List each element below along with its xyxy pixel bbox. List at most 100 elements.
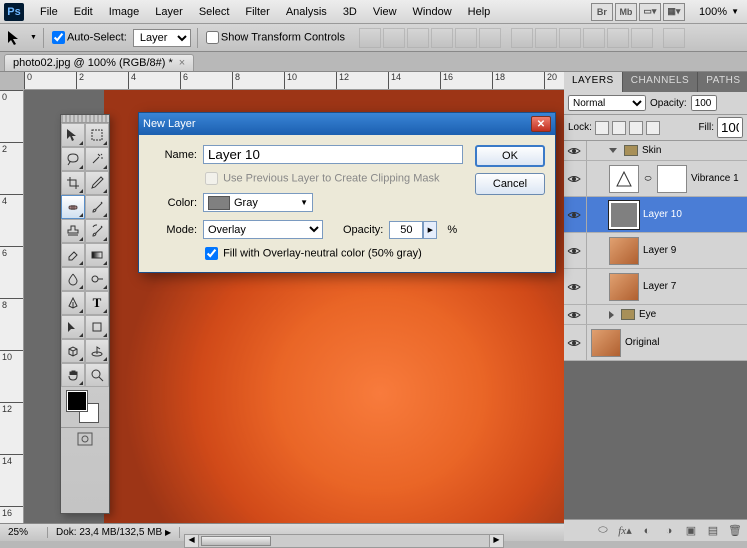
menu-layer[interactable]: Layer — [147, 0, 191, 24]
menu-edit[interactable]: Edit — [66, 0, 101, 24]
visibility-icon[interactable] — [566, 335, 582, 351]
zoom-level[interactable]: 100% — [699, 6, 727, 18]
menu-help[interactable]: Help — [460, 0, 499, 24]
type-tool[interactable]: T — [85, 291, 109, 315]
auto-select-combo[interactable]: Layer — [133, 29, 191, 47]
wand-tool[interactable] — [85, 147, 109, 171]
distribute-3-icon[interactable] — [559, 28, 581, 48]
bridge-button[interactable]: Br — [591, 3, 613, 21]
healing-brush-tool[interactable] — [61, 195, 85, 219]
layer-mask-icon[interactable]: ◐ — [639, 524, 655, 538]
lock-position-icon[interactable] — [629, 121, 643, 135]
distribute-1-icon[interactable] — [511, 28, 533, 48]
minibridge-button[interactable]: Mb — [615, 3, 637, 21]
gradient-tool[interactable] — [85, 243, 109, 267]
menu-analysis[interactable]: Analysis — [278, 0, 335, 24]
menu-filter[interactable]: Filter — [237, 0, 277, 24]
disclosure-triangle-icon[interactable] — [609, 148, 617, 153]
toolbox-grip[interactable] — [61, 115, 109, 123]
dialog-titlebar[interactable]: New Layer ✕ — [139, 113, 555, 135]
lock-pixels-icon[interactable] — [612, 121, 626, 135]
foreground-color[interactable] — [67, 391, 87, 411]
group-icon[interactable]: ▣ — [683, 524, 699, 538]
pen-tool[interactable] — [61, 291, 85, 315]
3d-camera-tool[interactable] — [85, 339, 109, 363]
align-bottom-icon[interactable] — [407, 28, 429, 48]
mode-select[interactable]: Overlay — [203, 220, 323, 239]
layer-row[interactable]: Original — [564, 325, 747, 361]
visibility-icon[interactable] — [566, 307, 582, 323]
quick-mask-button[interactable] — [61, 427, 109, 449]
lock-all-icon[interactable] — [646, 121, 660, 135]
ok-button[interactable]: OK — [475, 145, 545, 167]
layer-row[interactable]: Layer 7 — [564, 269, 747, 305]
layer-row[interactable]: Layer 10 — [564, 197, 747, 233]
adjustment-layer-icon[interactable]: ◑ — [661, 524, 677, 538]
layer-row[interactable]: Layer 9 — [564, 233, 747, 269]
layer-fx-icon[interactable]: fx▴ — [617, 524, 633, 538]
status-docsize[interactable]: Dok: 23,4 MB/132,5 MB ▶ — [48, 527, 180, 538]
shape-tool[interactable] — [85, 315, 109, 339]
menu-3d[interactable]: 3D — [335, 0, 365, 24]
hand-tool[interactable] — [61, 363, 85, 387]
status-zoom[interactable]: 25% — [0, 527, 48, 538]
eraser-tool[interactable] — [61, 243, 85, 267]
distribute-5-icon[interactable] — [607, 28, 629, 48]
color-swatches[interactable] — [61, 387, 109, 427]
visibility-icon[interactable] — [566, 279, 582, 295]
layer-row[interactable]: Eye — [564, 305, 747, 325]
brush-tool[interactable] — [85, 195, 109, 219]
menu-window[interactable]: Window — [405, 0, 460, 24]
align-vcenter-icon[interactable] — [383, 28, 405, 48]
menu-image[interactable]: Image — [101, 0, 148, 24]
menu-select[interactable]: Select — [191, 0, 238, 24]
visibility-icon[interactable] — [566, 207, 582, 223]
align-left-icon[interactable] — [431, 28, 453, 48]
path-select-tool[interactable] — [61, 315, 85, 339]
opacity-flyout-icon[interactable]: ▶ — [423, 221, 437, 239]
crop-tool[interactable] — [61, 171, 85, 195]
eyedropper-tool[interactable] — [85, 171, 109, 195]
menu-file[interactable]: File — [32, 0, 66, 24]
cancel-button[interactable]: Cancel — [475, 173, 545, 195]
close-button[interactable]: ✕ — [531, 116, 551, 132]
visibility-icon[interactable] — [566, 243, 582, 259]
new-layer-icon[interactable]: ▤ — [705, 524, 721, 538]
arrange-button[interactable]: ▦▾ — [663, 3, 685, 21]
tab-paths[interactable]: PATHS — [698, 72, 747, 92]
zoom-tool[interactable] — [85, 363, 109, 387]
auto-select-checkbox[interactable]: Auto-Select: — [50, 31, 127, 44]
align-hcenter-icon[interactable] — [455, 28, 477, 48]
distribute-2-icon[interactable] — [535, 28, 557, 48]
close-tab-icon[interactable]: × — [179, 57, 185, 69]
opacity-input[interactable] — [389, 221, 423, 239]
layer-row[interactable]: ⬭Vibrance 1 — [564, 161, 747, 197]
mask-link-icon[interactable]: ⬭ — [643, 174, 653, 184]
tab-layers[interactable]: LAYERS — [564, 72, 623, 92]
disclosure-triangle-icon[interactable] — [609, 311, 614, 319]
align-top-icon[interactable] — [359, 28, 381, 48]
distribute-4-icon[interactable] — [583, 28, 605, 48]
menu-view[interactable]: View — [365, 0, 405, 24]
visibility-icon[interactable] — [566, 171, 582, 187]
opacity-input[interactable] — [691, 95, 717, 111]
lasso-tool[interactable] — [61, 147, 85, 171]
3d-tool[interactable] — [61, 339, 85, 363]
name-input[interactable] — [203, 145, 463, 164]
clipping-mask-checkbox[interactable]: Use Previous Layer to Create Clipping Ma… — [203, 172, 440, 185]
tab-channels[interactable]: CHANNELS — [623, 72, 698, 92]
screen-mode-button[interactable]: ▭▾ — [639, 3, 661, 21]
distribute-6-icon[interactable] — [631, 28, 653, 48]
move-tool[interactable] — [61, 123, 85, 147]
color-select[interactable]: Gray ▼ — [203, 193, 313, 212]
blur-tool[interactable] — [61, 267, 85, 291]
show-transform-checkbox[interactable]: Show Transform Controls — [204, 31, 345, 44]
history-brush-tool[interactable] — [85, 219, 109, 243]
dodge-tool[interactable] — [85, 267, 109, 291]
align-right-icon[interactable] — [479, 28, 501, 48]
layer-row[interactable]: Skin — [564, 141, 747, 161]
delete-layer-icon[interactable]: 🗑 — [727, 524, 743, 538]
fill-input[interactable] — [717, 117, 743, 138]
document-tab[interactable]: photo02.jpg @ 100% (RGB/8#) * × — [4, 54, 194, 71]
marquee-tool[interactable] — [85, 123, 109, 147]
